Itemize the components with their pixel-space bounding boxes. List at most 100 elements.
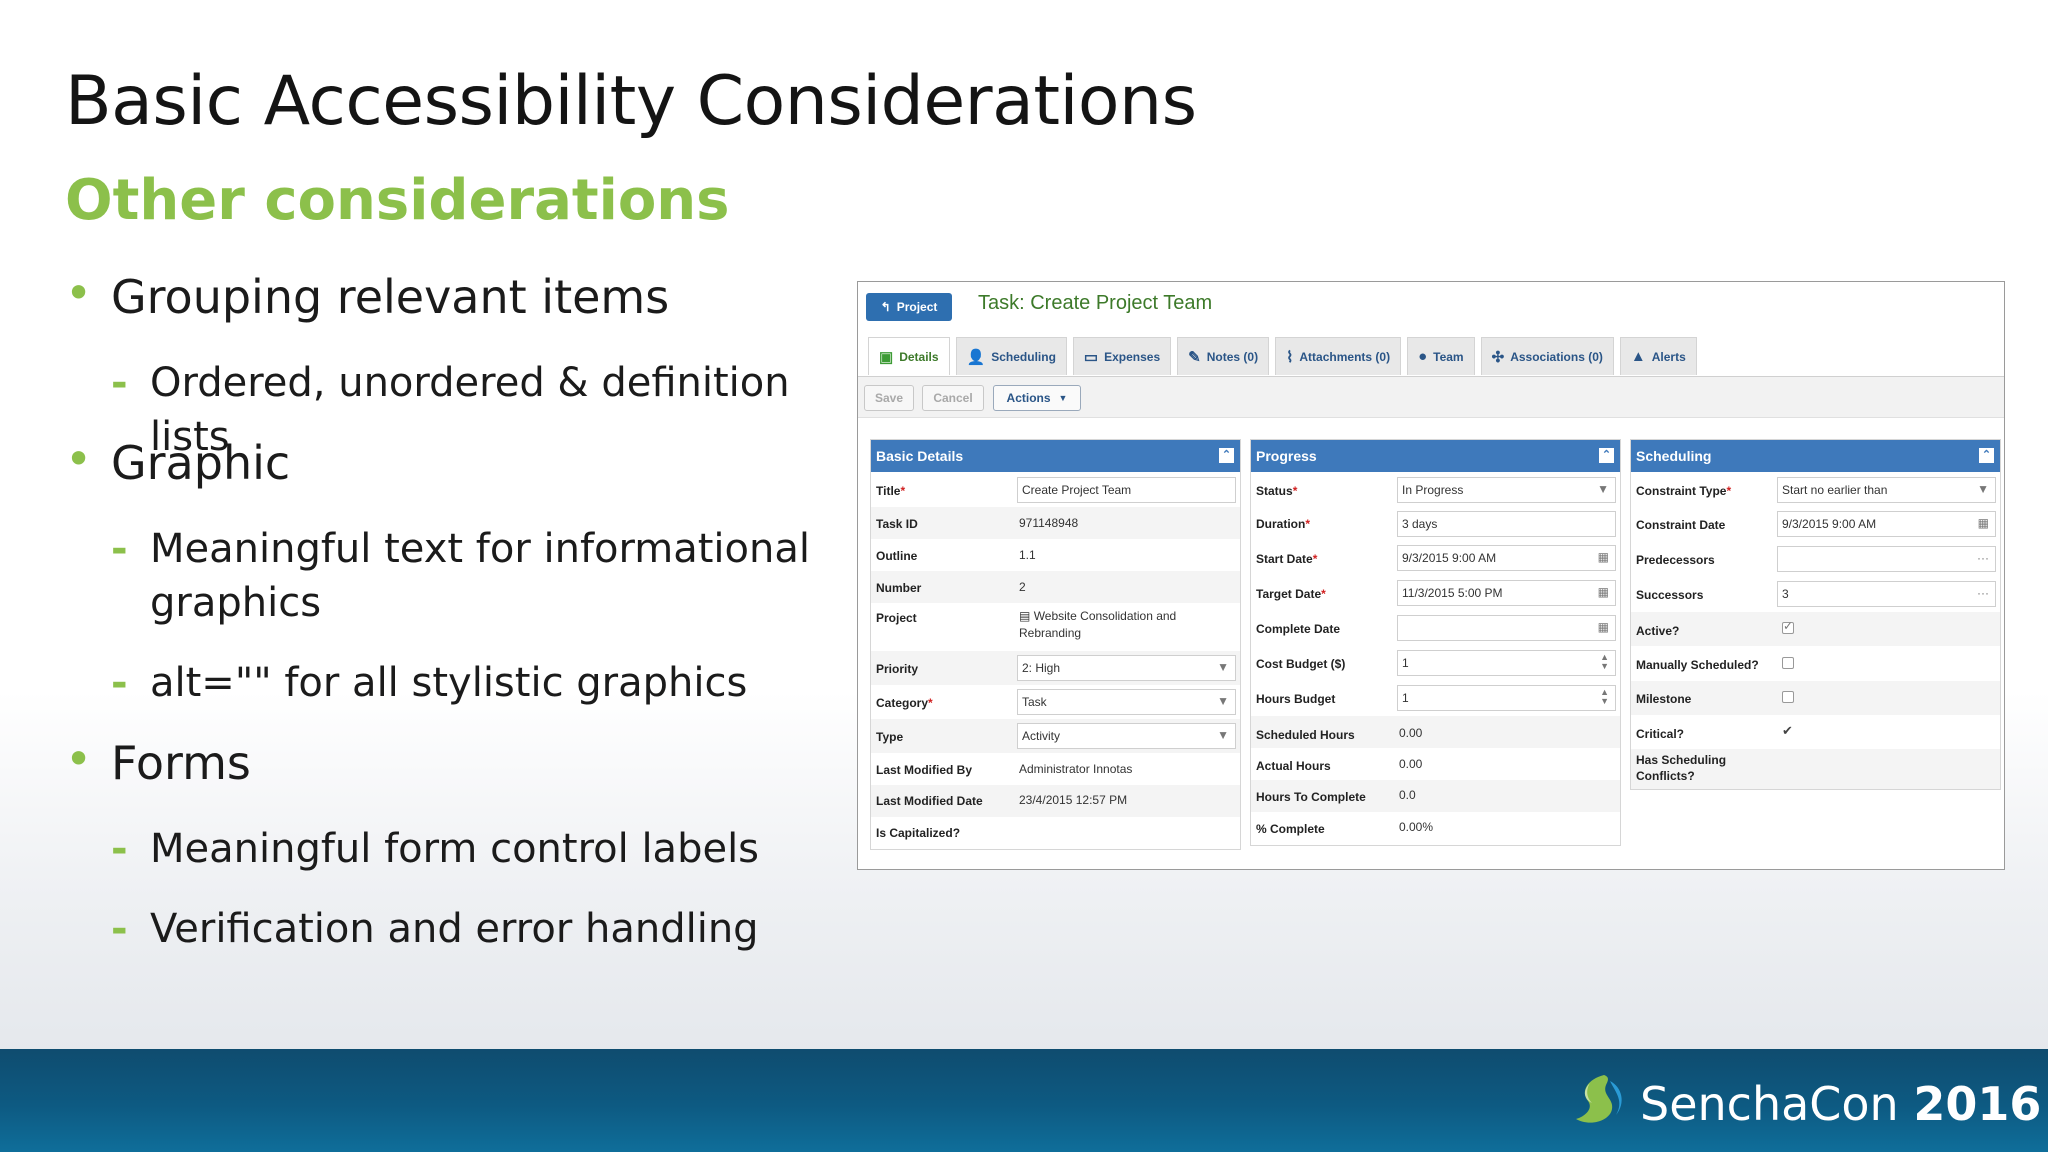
tab-alerts[interactable]: ▲ Alerts bbox=[1619, 337, 1697, 375]
tab-notes[interactable]: ✎ Notes (0) bbox=[1177, 337, 1270, 375]
toolbar: Save Cancel Actions ▼ bbox=[858, 377, 2004, 417]
target-date-field[interactable]: 11/3/2015 5:00 PM ▦ bbox=[1397, 580, 1616, 606]
cancel-button[interactable]: Cancel bbox=[922, 385, 984, 411]
comments-icon: ● bbox=[1418, 348, 1428, 365]
collapse-icon[interactable]: ⌃ bbox=[1599, 448, 1614, 463]
complete-date-row: Complete Date ▦ bbox=[1251, 611, 1620, 646]
outline-row: Outline 1.1 bbox=[876, 548, 1036, 563]
brand-wordmark: SenchaCon 2016 bbox=[1640, 1077, 2042, 1131]
expand-icon: ✣ bbox=[1491, 348, 1505, 366]
more-icon[interactable]: ··· bbox=[1977, 586, 1989, 600]
required-marker: * bbox=[1292, 484, 1298, 498]
tab-associations[interactable]: ✣ Associations (0) bbox=[1480, 337, 1614, 375]
start-date-row: Start Date* 9/3/2015 9:00 AM ▦ bbox=[1251, 541, 1620, 576]
calendar-icon[interactable]: ▦ bbox=[1598, 585, 1609, 599]
type-select[interactable]: Activity ▼ bbox=[1017, 723, 1236, 749]
check-icon: ✔ bbox=[1782, 723, 1793, 738]
dropdown-arrow-icon: ▼ bbox=[1977, 482, 1989, 496]
status-row: Status* In Progress ▼ bbox=[1251, 473, 1620, 507]
start-date-field[interactable]: 9/3/2015 9:00 AM ▦ bbox=[1397, 545, 1616, 571]
priority-select[interactable]: 2: High ▼ bbox=[1017, 655, 1236, 681]
paperclip-icon: ⌇ bbox=[1286, 348, 1294, 366]
cost-budget-field[interactable]: 1 ▲ ▼ bbox=[1397, 650, 1616, 676]
tab-scheduling[interactable]: 👤 Scheduling bbox=[955, 337, 1067, 375]
check-icon: ✓ bbox=[1783, 619, 1794, 633]
constraint-type-row: Constraint Type* Start no earlier than ▼ bbox=[1631, 473, 2000, 507]
complete-date-field[interactable]: ▦ bbox=[1397, 615, 1616, 641]
title-row: Title* Create Project Team bbox=[871, 473, 1240, 507]
status-select[interactable]: In Progress ▼ bbox=[1397, 477, 1616, 503]
last-modified-by-row: Last Modified By Administrator Innotas bbox=[876, 762, 1133, 777]
spinner-icon[interactable]: ▲ ▼ bbox=[1600, 653, 1609, 671]
spinner-icon[interactable]: ▲ ▼ bbox=[1600, 688, 1609, 706]
successors-field[interactable]: 3 ··· bbox=[1777, 581, 1996, 607]
save-button[interactable]: Save bbox=[864, 385, 914, 411]
required-marker: * bbox=[1726, 484, 1732, 498]
active-checkbox[interactable]: ✓ bbox=[1782, 619, 1794, 634]
is-capitalized-row: Is Capitalized? bbox=[876, 826, 961, 840]
actual-hours-row: Actual Hours 0.00 bbox=[1256, 757, 1423, 773]
back-arrow-icon: ↰ bbox=[880, 300, 891, 314]
manually-scheduled-row: Manually Scheduled? bbox=[1631, 646, 2000, 681]
footer-bar: SenchaCon 2016 bbox=[0, 1049, 2048, 1152]
actions-button[interactable]: Actions ▼ bbox=[993, 385, 1081, 411]
required-marker: * bbox=[1305, 517, 1311, 531]
category-select[interactable]: Task ▼ bbox=[1017, 689, 1236, 715]
details-icon: ▣ bbox=[879, 348, 894, 366]
calendar-icon[interactable]: ▦ bbox=[1598, 620, 1609, 634]
hours-to-complete-row: Hours To Complete 0.0 bbox=[1256, 788, 1416, 804]
caret-down-icon: ▼ bbox=[1058, 393, 1068, 403]
cost-budget-row: Cost Budget ($) 1 ▲ ▼ bbox=[1251, 646, 1620, 681]
collapse-icon[interactable]: ⌃ bbox=[1979, 448, 1994, 463]
predecessors-field[interactable]: ··· bbox=[1777, 546, 1996, 572]
target-date-row: Target Date* 11/3/2015 5:00 PM ▦ bbox=[1251, 576, 1620, 611]
app-screenshot-panel: ↰ Project Task: Create Project Team ▣ Det… bbox=[857, 281, 2005, 870]
scheduling-section: Scheduling ⌃ Constraint Type* Start no e… bbox=[1630, 439, 2001, 790]
constraint-date-field[interactable]: 9/3/2015 9:00 AM ▦ bbox=[1777, 511, 1996, 537]
tab-attachments[interactable]: ⌇ Attachments (0) bbox=[1275, 337, 1402, 375]
project-row: Project ▤ Website Consolidation and Rebr… bbox=[876, 609, 1177, 640]
dropdown-arrow-icon: ▼ bbox=[1597, 482, 1609, 496]
dash-icon: - bbox=[111, 526, 128, 572]
manually-scheduled-checkbox[interactable] bbox=[1782, 657, 1794, 669]
dropdown-arrow-icon: ▼ bbox=[1217, 660, 1229, 674]
edit-icon: ✎ bbox=[1188, 348, 1201, 366]
calendar-icon[interactable]: ▦ bbox=[1978, 516, 1989, 530]
bullet-dot-icon: • bbox=[65, 732, 93, 786]
duration-field[interactable]: 3 days bbox=[1397, 511, 1616, 537]
title-field[interactable]: Create Project Team bbox=[1017, 477, 1236, 503]
hours-budget-field[interactable]: 1 ▲ ▼ bbox=[1397, 685, 1616, 711]
constraint-type-select[interactable]: Start no earlier than ▼ bbox=[1777, 477, 1996, 503]
section-header: Scheduling ⌃ bbox=[1631, 440, 2000, 472]
dropdown-arrow-icon: ▼ bbox=[1217, 728, 1229, 742]
slide-subtitle: Other considerations bbox=[65, 168, 730, 233]
hours-budget-row: Hours Budget 1 ▲ ▼ bbox=[1251, 681, 1620, 716]
priority-row: Priority 2: High ▼ bbox=[871, 651, 1240, 685]
dash-icon: - bbox=[111, 906, 128, 952]
calendar-icon[interactable]: ▦ bbox=[1598, 550, 1609, 564]
section-header: Progress ⌃ bbox=[1251, 440, 1620, 472]
milestone-checkbox[interactable] bbox=[1782, 691, 1794, 703]
required-marker: * bbox=[1312, 552, 1318, 566]
required-marker: * bbox=[928, 696, 933, 710]
tab-details[interactable]: ▣ Details bbox=[868, 337, 950, 375]
project-link[interactable]: ▤ Website Consolidation and bbox=[1019, 609, 1176, 623]
milestone-row: Milestone bbox=[1631, 681, 2000, 715]
bell-icon: ▲ bbox=[1630, 348, 1646, 365]
basic-details-section: Basic Details ⌃ Title* Create Project Te… bbox=[870, 439, 1241, 850]
project-back-button[interactable]: ↰ Project bbox=[866, 293, 952, 321]
dash-icon: - bbox=[111, 660, 128, 706]
task-title: Task: Create Project Team bbox=[978, 292, 1213, 314]
tab-expenses[interactable]: ▭ Expenses bbox=[1072, 337, 1172, 375]
percent-complete-row: % Complete 0.00% bbox=[1256, 820, 1434, 836]
more-icon[interactable]: ··· bbox=[1977, 551, 1989, 565]
type-row: Type Activity ▼ bbox=[871, 719, 1240, 753]
tab-team[interactable]: ● Team bbox=[1407, 337, 1475, 375]
add-user-icon: 👤 bbox=[966, 348, 986, 366]
bullet-dot-icon: • bbox=[65, 266, 93, 320]
tab-bar: ▣ Details 👤 Scheduling ▭ Expenses ✎ Notes (0… bbox=[868, 337, 1697, 377]
category-row: Category* Task ▼ bbox=[871, 685, 1240, 719]
money-icon: ▭ bbox=[1083, 348, 1099, 366]
collapse-icon[interactable]: ⌃ bbox=[1219, 448, 1234, 463]
duration-row: Duration* 3 days bbox=[1251, 507, 1620, 541]
